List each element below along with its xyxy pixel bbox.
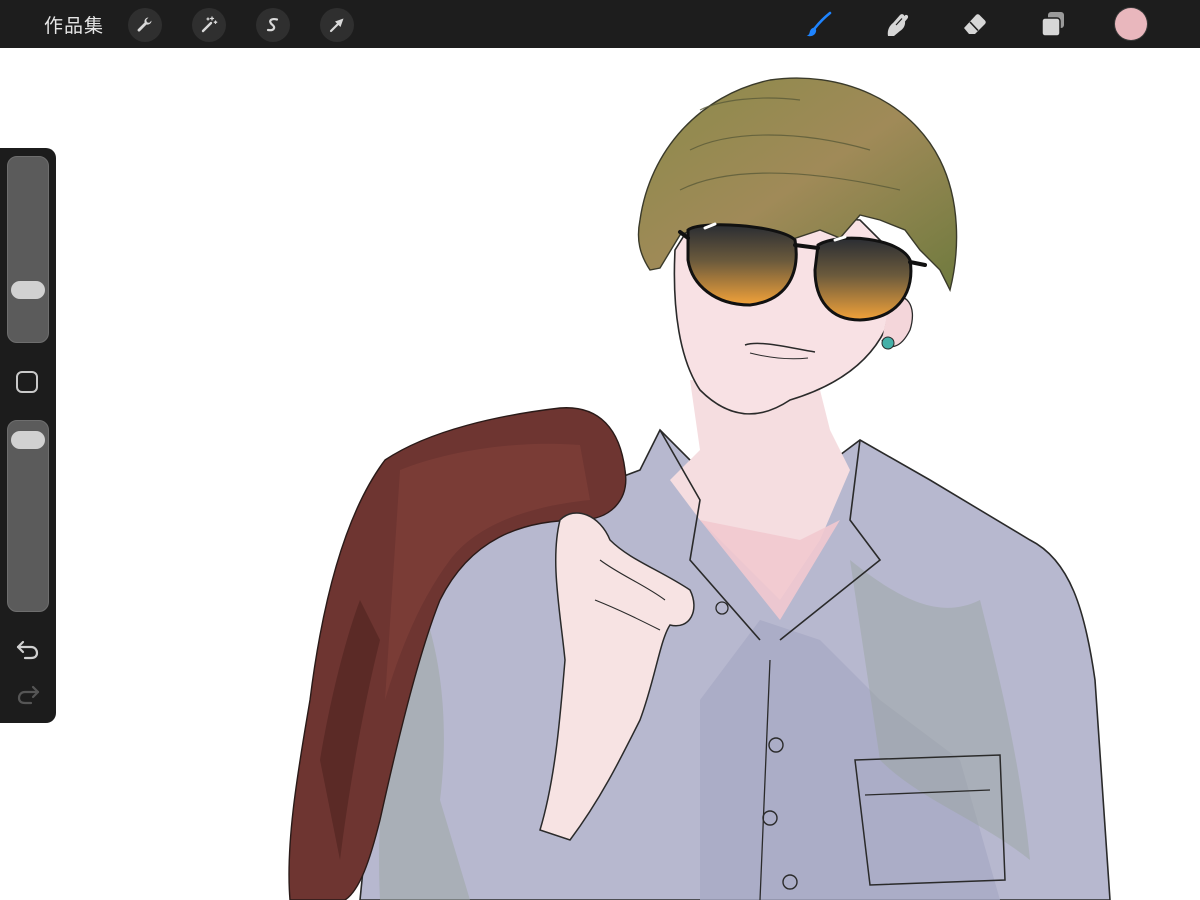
- modify-square-button[interactable]: [16, 371, 38, 393]
- wrench-icon: [137, 17, 152, 32]
- top-toolbar: 作品集: [0, 0, 1200, 48]
- layers-icon: [1041, 12, 1064, 37]
- sunglasses-right-lens: [813, 236, 913, 322]
- smudge-tool-button[interactable]: [879, 6, 915, 42]
- opacity-slider[interactable]: [7, 420, 49, 612]
- brush-icon: [806, 11, 832, 37]
- left-sidebar: [0, 148, 56, 723]
- selection-s-icon: [266, 18, 279, 32]
- brush-tool-button[interactable]: [801, 6, 837, 42]
- undo-arrow-icon: [16, 640, 39, 660]
- brush-size-slider[interactable]: [7, 156, 49, 343]
- magic-wand-icon: [201, 16, 218, 33]
- eraser-icon: [964, 14, 986, 34]
- eraser-tool-button[interactable]: [957, 6, 993, 42]
- drawing-canvas[interactable]: [0, 48, 1200, 900]
- transform-button[interactable]: [320, 8, 354, 42]
- opacity-thumb[interactable]: [11, 430, 45, 449]
- layers-button[interactable]: [1035, 6, 1071, 42]
- smudge-finger-icon: [887, 14, 909, 36]
- adjustments-button[interactable]: [192, 8, 226, 42]
- redo-arrow-icon: [17, 685, 40, 705]
- undo-button[interactable]: [15, 638, 41, 660]
- redo-button[interactable]: [15, 683, 41, 705]
- actions-button[interactable]: [128, 8, 162, 42]
- gallery-button[interactable]: 作品集: [44, 11, 104, 38]
- brush-size-thumb[interactable]: [11, 280, 45, 299]
- arrow-cursor-icon: [329, 18, 344, 33]
- selection-button[interactable]: [256, 8, 290, 42]
- color-picker-button[interactable]: [1115, 8, 1147, 40]
- artwork-illustration: [288, 77, 1111, 900]
